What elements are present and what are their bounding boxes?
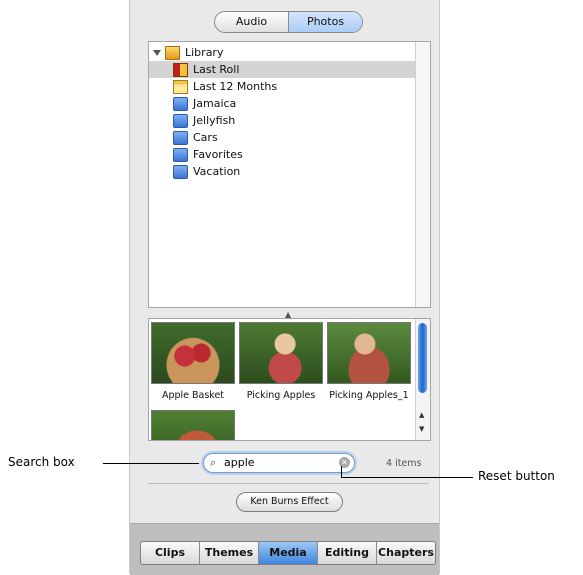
library-item-last-roll[interactable]: Last Roll <box>149 61 415 78</box>
photo-caption: Apple Basket <box>161 390 225 401</box>
calendar-icon <box>173 79 188 94</box>
ken-burns-effect-button[interactable]: Ken Burns Effect <box>236 492 343 512</box>
search-input[interactable] <box>224 455 334 470</box>
album-icon <box>173 130 188 145</box>
pane-tab-bar: Clips Themes Media Editing Chapters <box>130 523 439 575</box>
photo-thumbnail[interactable]: Picking Apples_1 <box>327 322 411 401</box>
photo-thumbnail[interactable]: Picking Apples <box>239 322 323 401</box>
library-item-label: Last 12 Months <box>193 80 278 93</box>
tab-chapters[interactable]: Chapters <box>376 542 435 564</box>
library-item-favorites[interactable]: Favorites <box>149 146 415 163</box>
callout-search-box: Search box <box>8 455 75 469</box>
library-item-jamaica[interactable]: Jamaica <box>149 95 415 112</box>
library-tree: Library Last Roll Last 12 Months Jamaica… <box>148 41 431 308</box>
library-item-jellyfish[interactable]: Jellyfish <box>149 112 415 129</box>
tab-editing[interactable]: Editing <box>317 542 376 564</box>
scroll-down-arrow-icon[interactable]: ▼ <box>419 425 424 433</box>
audio-photos-toggle: Audio Photos <box>214 11 363 33</box>
divider <box>148 483 429 484</box>
photo-image[interactable] <box>327 322 411 384</box>
library-item-label: Jellyfish <box>193 114 236 127</box>
audio-segment[interactable]: Audio <box>215 12 288 32</box>
photos-segment[interactable]: Photos <box>288 12 362 32</box>
callout-line-reset <box>341 477 473 478</box>
library-item-last-12-months[interactable]: Last 12 Months <box>149 78 415 95</box>
library-root-label: Library <box>185 46 224 59</box>
library-item-cars[interactable]: Cars <box>149 129 415 146</box>
media-pane: Audio Photos Library Last Roll Last 12 M… <box>129 0 440 575</box>
album-icon <box>173 147 188 162</box>
magnifier-icon: ⌕ <box>210 456 217 469</box>
album-icon <box>173 96 188 111</box>
library-item-label: Last Roll <box>193 63 240 76</box>
disclosure-triangle-icon[interactable] <box>153 49 161 56</box>
callout-line-search <box>103 463 199 464</box>
callout-reset-button: Reset button <box>478 469 555 483</box>
photo-thumbnail[interactable]: Apple Basket <box>151 322 235 401</box>
scroll-thumb[interactable] <box>418 323 427 393</box>
album-icon <box>173 113 188 128</box>
library-item-label: Jamaica <box>193 97 237 110</box>
photo-caption: Picking Apples <box>246 390 316 401</box>
photo-image[interactable] <box>151 322 235 384</box>
callout-line-reset-vertical <box>341 466 342 477</box>
library-scrollbar[interactable] <box>415 42 430 307</box>
photo-image[interactable] <box>151 410 235 440</box>
scroll-up-arrow-icon[interactable]: ▲ <box>419 411 424 419</box>
photo-image[interactable] <box>239 322 323 384</box>
tab-media[interactable]: Media <box>258 542 317 564</box>
photo-scrollbar[interactable]: ▲ ▼ <box>415 319 430 440</box>
library-icon <box>165 45 180 60</box>
photo-browser: Apple Basket Picking Apples Picking Appl… <box>148 318 431 441</box>
film-roll-icon <box>173 62 188 77</box>
photo-caption: Picking Apples_1 <box>329 390 409 401</box>
library-item-label: Cars <box>193 131 218 144</box>
library-item-label: Favorites <box>193 148 243 161</box>
library-root[interactable]: Library <box>149 44 415 61</box>
tab-clips[interactable]: Clips <box>141 542 199 564</box>
search-box[interactable]: ⌕ ✕ <box>203 453 355 473</box>
library-item-vacation[interactable]: Vacation <box>149 163 415 180</box>
tab-themes[interactable]: Themes <box>199 542 258 564</box>
pane-tabs: Clips Themes Media Editing Chapters <box>140 541 436 565</box>
item-count: 4 items <box>386 458 422 469</box>
library-item-label: Vacation <box>193 165 241 178</box>
album-icon <box>173 164 188 179</box>
photo-thumbnail[interactable] <box>151 410 235 440</box>
